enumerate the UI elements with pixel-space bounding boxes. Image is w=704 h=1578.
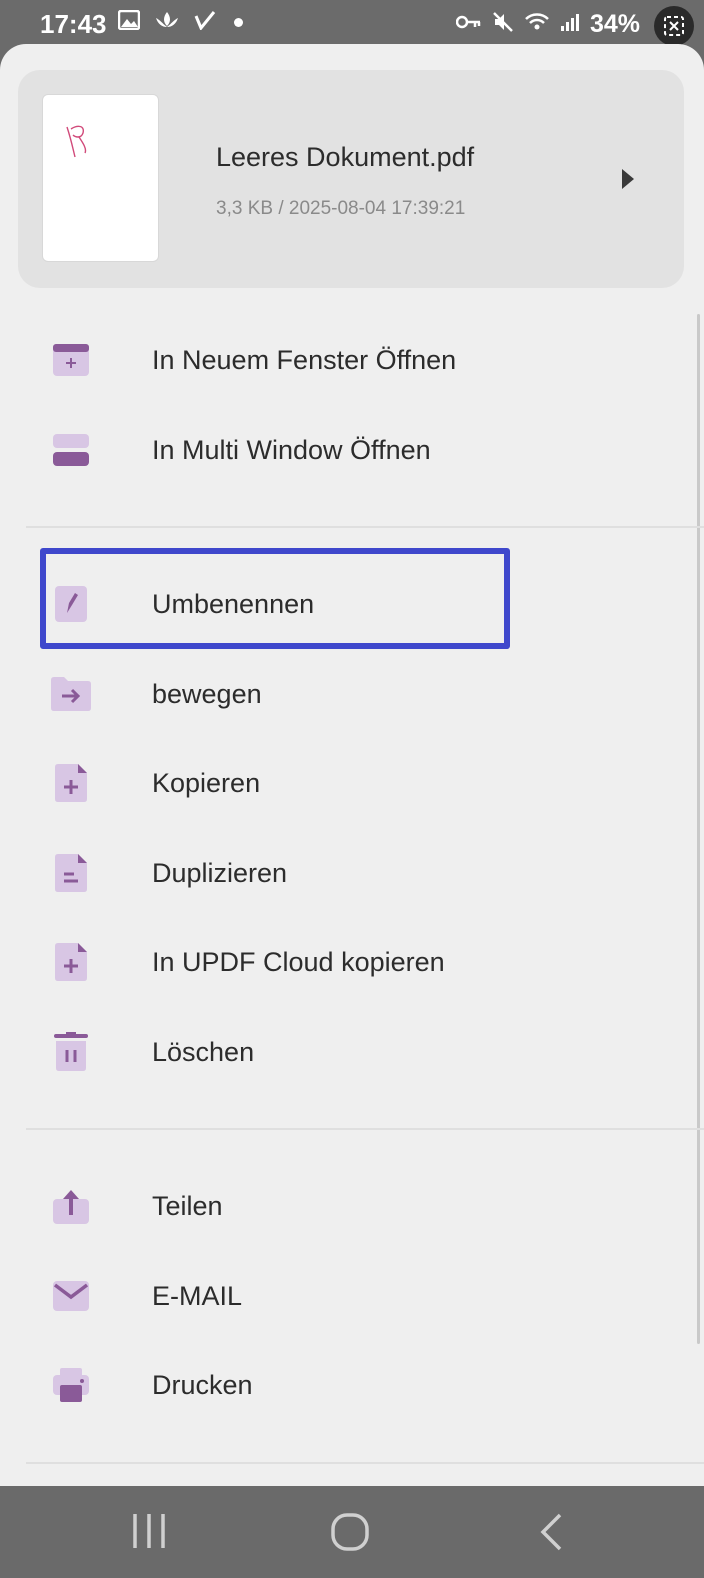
home-icon[interactable] <box>330 1512 370 1557</box>
menu-item-rename[interactable]: Umbenennen <box>0 565 704 643</box>
battery-percent: 34% <box>589 10 640 38</box>
navigation-bar <box>0 1486 704 1578</box>
menu-item-duplicate[interactable]: Duplizieren <box>0 834 704 912</box>
menu-item-copy[interactable]: Kopieren <box>0 744 704 822</box>
menu-label: Drucken <box>152 1369 253 1400</box>
image-icon <box>117 9 141 35</box>
menu-item-share[interactable]: Teilen <box>0 1167 704 1245</box>
check-icon <box>194 10 216 35</box>
menu-item-move[interactable]: bewegen <box>0 655 704 733</box>
key-icon <box>455 14 482 35</box>
menu-label: In Neuem Fenster Öffnen <box>152 344 457 375</box>
mail-icon <box>50 1275 92 1317</box>
divider <box>26 526 704 528</box>
back-icon[interactable] <box>538 1512 564 1557</box>
new-window-icon <box>50 339 92 381</box>
menu-item-open-new-window[interactable]: In Neuem Fenster Öffnen <box>0 321 704 399</box>
divider <box>26 1128 704 1130</box>
recent-apps-icon[interactable] <box>130 1512 168 1555</box>
chevron-right-icon[interactable] <box>620 168 636 195</box>
menu-item-open-multi-window[interactable]: In Multi Window Öffnen <box>0 411 704 489</box>
status-time: 17:43 <box>40 9 107 39</box>
menu-label: In Multi Window Öffnen <box>152 434 431 465</box>
menu-label: Umbenennen <box>152 588 315 619</box>
screenshot-close-icon[interactable] <box>654 6 694 46</box>
signal-icon <box>560 12 580 37</box>
file-name: Leeres Dokument.pdf <box>216 142 475 172</box>
printer-icon <box>50 1364 92 1406</box>
mute-icon <box>492 11 514 38</box>
menu-item-delete[interactable]: Löschen <box>0 1013 704 1091</box>
notification-dot-icon <box>234 18 243 27</box>
bottom-sheet: Leeres Dokument.pdf 3,3 KB / 2025-08-04 … <box>0 44 704 1486</box>
file-meta: 3,3 KB / 2025-08-04 17:39:21 <box>216 198 466 219</box>
status-bar: 17:43 34% <box>0 0 704 50</box>
pencil-icon <box>50 583 92 625</box>
menu-item-print[interactable]: Drucken <box>0 1346 704 1424</box>
file-add-icon <box>50 762 92 804</box>
menu-label: E-MAIL <box>152 1280 243 1311</box>
file-text-icon <box>50 852 92 894</box>
menu-label: Kopieren <box>152 767 261 798</box>
menu-item-email[interactable]: E-MAIL <box>0 1257 704 1335</box>
trash-icon <box>50 1031 92 1073</box>
menu-label: In UPDF Cloud kopieren <box>152 946 445 977</box>
signature-icon <box>66 125 87 158</box>
menu-label: Teilen <box>152 1190 223 1221</box>
menu-label: Duplizieren <box>152 857 288 888</box>
menu-item-copy-cloud[interactable]: In UPDF Cloud kopieren <box>0 923 704 1001</box>
menu-label: Löschen <box>152 1036 255 1067</box>
file-info-card[interactable]: Leeres Dokument.pdf 3,3 KB / 2025-08-04 … <box>18 70 684 288</box>
share-upload-icon <box>50 1185 92 1227</box>
lotus-icon <box>154 10 180 35</box>
folder-move-icon <box>50 673 92 715</box>
menu-label: bewegen <box>152 678 262 709</box>
wifi-icon <box>524 11 550 38</box>
file-thumbnail <box>42 94 159 262</box>
cloud-file-add-icon <box>50 941 92 983</box>
multi-window-icon <box>50 429 92 471</box>
divider <box>26 1462 704 1464</box>
